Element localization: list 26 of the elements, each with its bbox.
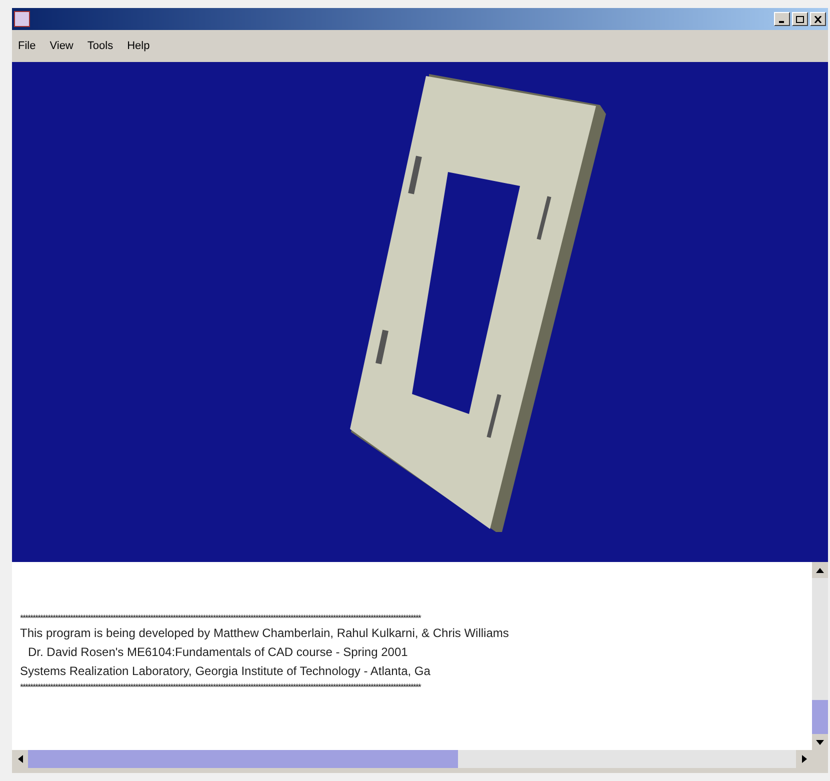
menu-item[interactable]: View bbox=[50, 38, 74, 54]
up-arrow-icon bbox=[816, 568, 824, 572]
left-arrow-icon bbox=[18, 755, 22, 763]
app-icon bbox=[14, 11, 30, 27]
console-line: This program is being developed by Matthew Chamberlain, Rahul Kulkarni, & Chris Williams bbox=[20, 625, 509, 642]
maximize-button[interactable] bbox=[792, 12, 808, 26]
menu-item[interactable]: Tools bbox=[87, 38, 114, 54]
menu-item[interactable]: Help bbox=[127, 38, 150, 54]
close-button[interactable] bbox=[810, 12, 826, 26]
console-line: Systems Realization Laboratory, Georgia Institute of Technology - Atlanta, Ga bbox=[20, 663, 430, 680]
scroll-down-button[interactable] bbox=[812, 734, 828, 750]
right-arrow-icon bbox=[802, 755, 806, 763]
menu-item[interactable]: File bbox=[18, 38, 36, 54]
scroll-up-button[interactable] bbox=[812, 562, 828, 578]
console-line: Dr. David Rosen's ME6104:Fundamentals of CAD course - Spring 2001 bbox=[27, 644, 408, 661]
scroll-left-button[interactable] bbox=[12, 750, 28, 768]
vertical-scrollbar[interactable] bbox=[812, 562, 828, 750]
minimize-button[interactable] bbox=[774, 12, 790, 26]
horizontal-scrollbar[interactable] bbox=[12, 750, 812, 768]
scroll-thumb[interactable] bbox=[812, 700, 828, 734]
down-arrow-icon bbox=[816, 740, 824, 744]
console-line: **************************************************************************************************************************************************************** bbox=[20, 612, 420, 624]
maximize-icon bbox=[796, 16, 804, 22]
scroll-thumb[interactable] bbox=[28, 750, 458, 768]
console-line: **************************************************************************************************************************************************************** bbox=[20, 681, 420, 693]
close-icon bbox=[814, 16, 822, 22]
